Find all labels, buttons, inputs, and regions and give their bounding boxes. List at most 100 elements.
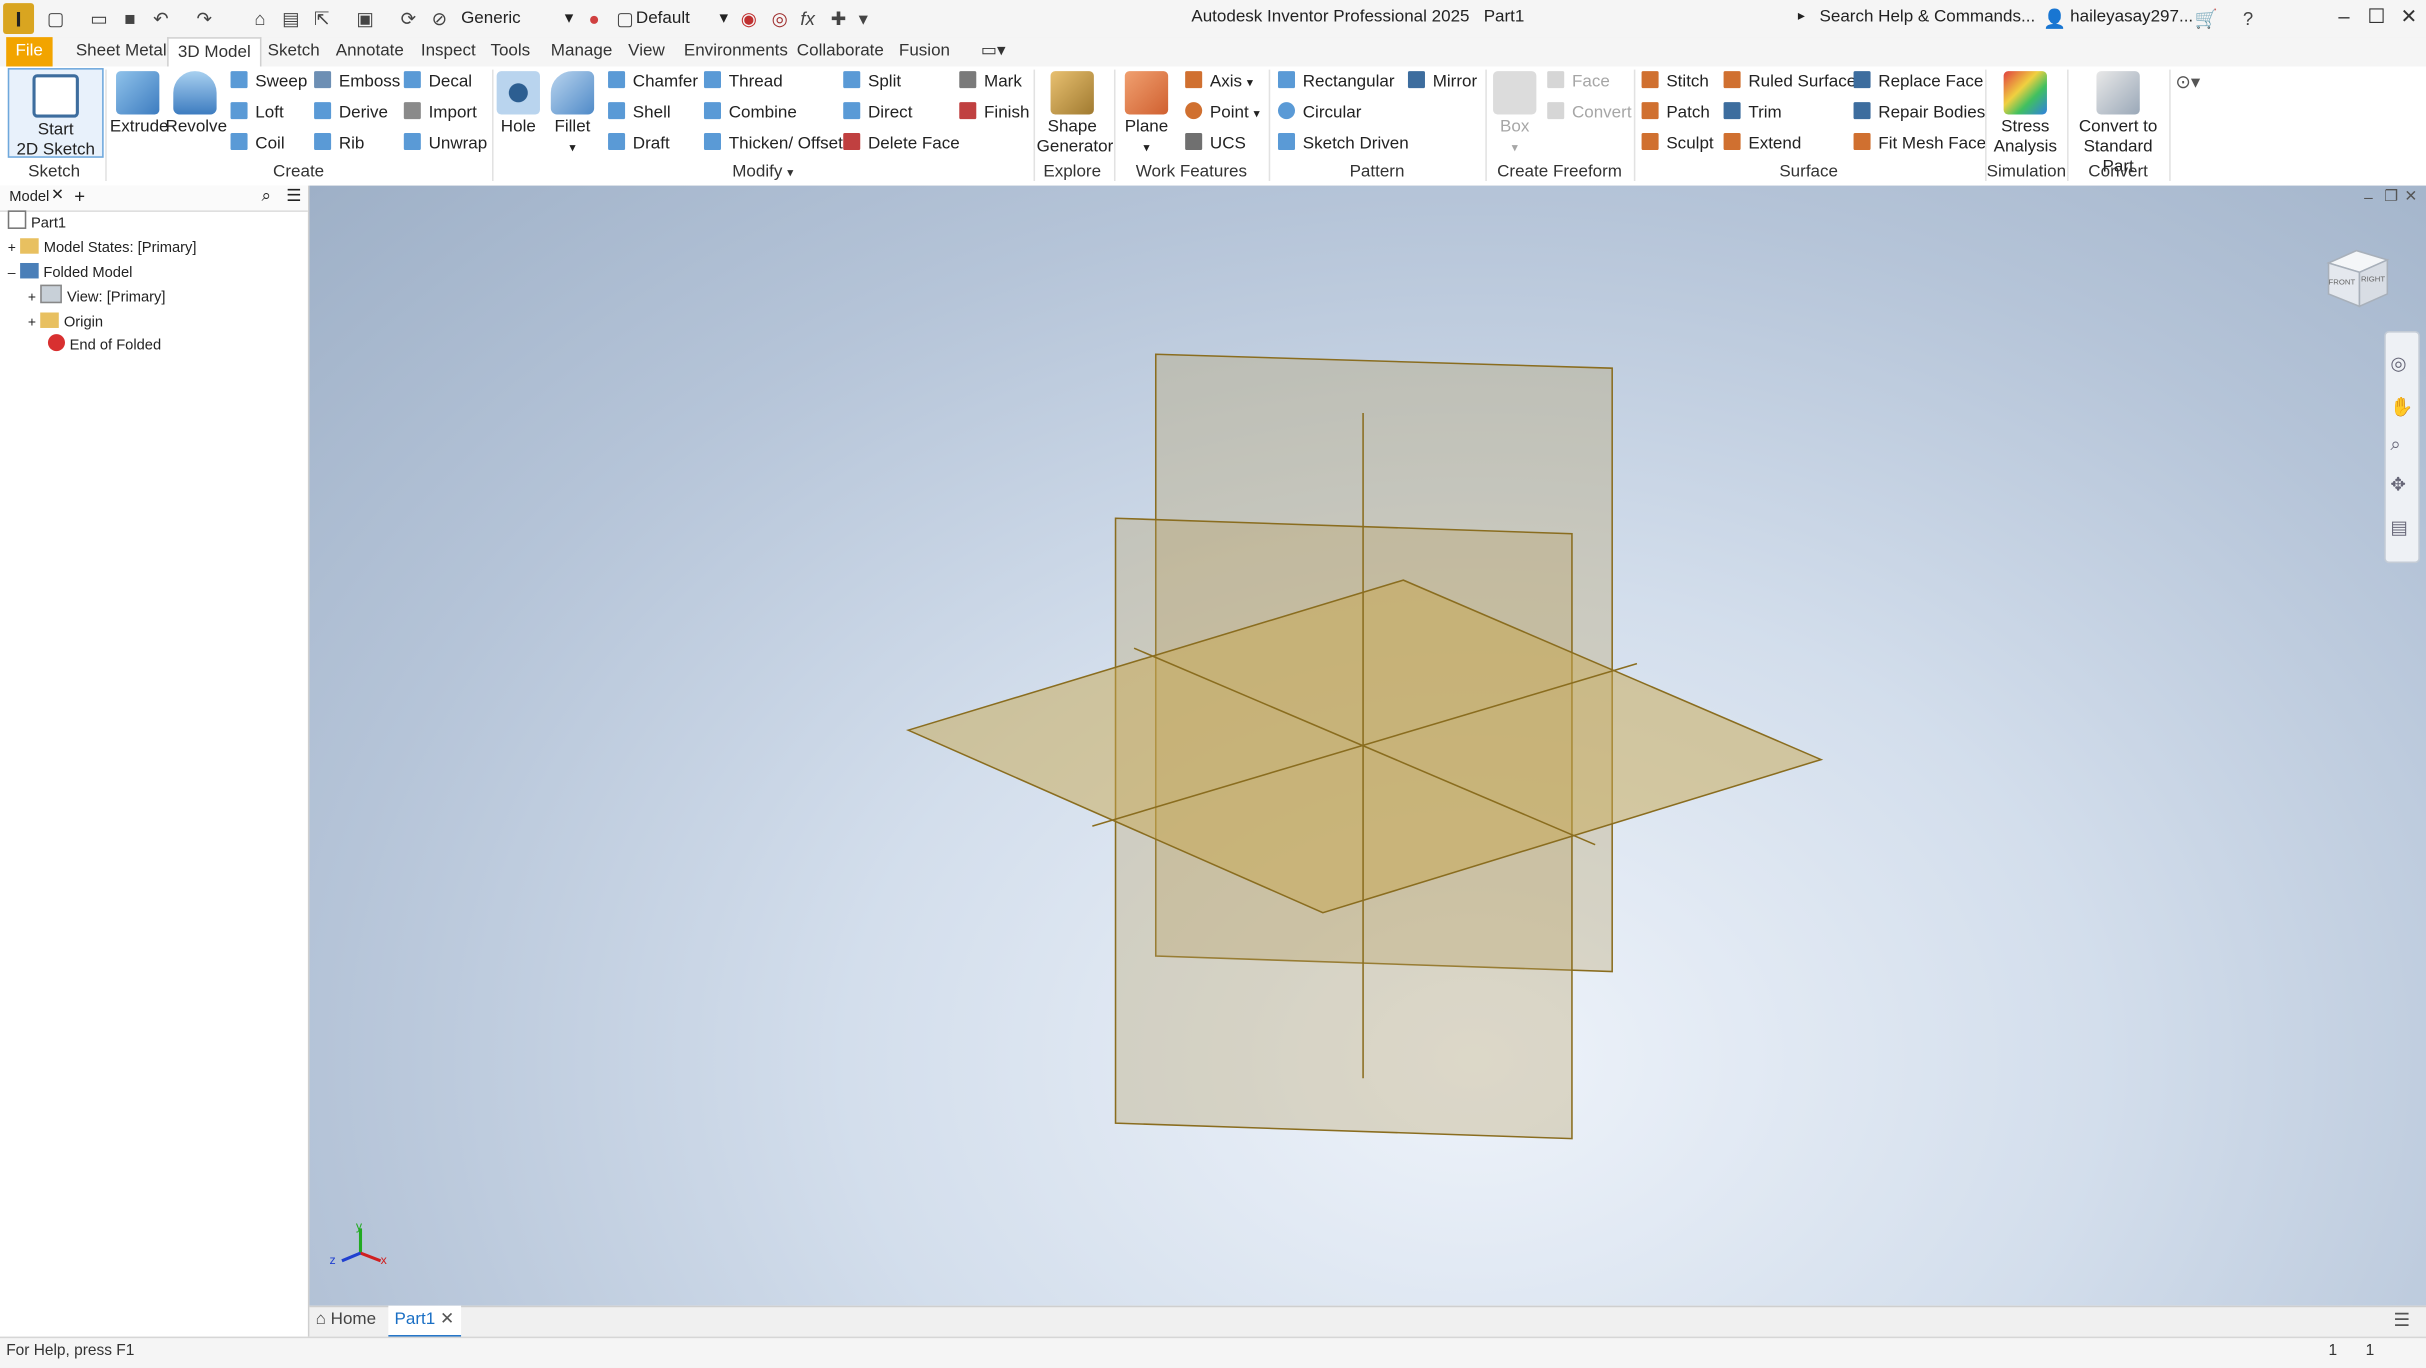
axis-button[interactable]: Axis ▾: [1185, 70, 1253, 95]
viewport-minimize-icon[interactable]: –: [2364, 190, 2373, 207]
appearance-icon[interactable]: ▢: [613, 6, 638, 31]
clear-appearance-icon[interactable]: ◎: [767, 6, 792, 31]
open-file-icon[interactable]: ▭: [87, 6, 112, 31]
rectangular-pattern-button[interactable]: Rectangular: [1277, 70, 1395, 95]
user-icon[interactable]: 👤: [2042, 6, 2067, 31]
fit-mesh-face-button[interactable]: Fit Mesh Face: [1853, 131, 1986, 156]
redo-icon[interactable]: ↷: [192, 6, 217, 31]
import-button[interactable]: Import: [403, 101, 477, 126]
close-icon[interactable]: ✕: [2394, 5, 2425, 30]
coil-button[interactable]: Coil: [230, 131, 285, 156]
modify-panel-label[interactable]: Modify ▾: [495, 162, 1030, 181]
add-icon[interactable]: +: [74, 186, 85, 208]
ribbon-options-icon[interactable]: ⊙▾: [2175, 71, 2200, 93]
tab-inspect[interactable]: Inspect: [412, 37, 485, 66]
ucs-button[interactable]: UCS: [1185, 131, 1246, 156]
print-icon[interactable]: ▣: [353, 6, 378, 31]
tree-item-folded-model[interactable]: – Folded Model: [8, 260, 133, 285]
shape-generator-button[interactable]: Shape Generator: [1037, 71, 1113, 158]
ruled-surface-button[interactable]: Ruled Surface: [1723, 70, 1856, 95]
fillet-button[interactable]: Fillet ▾: [549, 71, 595, 158]
tree-item-origin[interactable]: + Origin: [28, 309, 103, 334]
emboss-button[interactable]: Emboss: [314, 70, 400, 95]
convert-freeform-button[interactable]: Convert: [1547, 101, 1632, 126]
tab-tools[interactable]: Tools: [481, 37, 539, 66]
sculpt-button[interactable]: Sculpt: [1641, 131, 1714, 156]
add-icon[interactable]: ✚: [826, 6, 851, 31]
mark-button[interactable]: Mark: [959, 70, 1022, 95]
tab-sketch[interactable]: Sketch: [258, 37, 329, 66]
viewport-restore-icon[interactable]: ❐: [2384, 189, 2398, 206]
chevron-down-icon[interactable]: ▾: [565, 6, 574, 31]
sketch-driven-pattern-button[interactable]: Sketch Driven: [1277, 131, 1409, 156]
maximize-icon[interactable]: ☐: [2361, 5, 2392, 30]
loft-button[interactable]: Loft: [230, 101, 284, 126]
customize-icon[interactable]: ▾: [851, 6, 876, 31]
tree-item-part1[interactable]: Part1: [7, 210, 66, 235]
tab-manage[interactable]: Manage: [542, 37, 622, 66]
part1-tab[interactable]: Part1 ✕: [388, 1305, 461, 1339]
chamfer-button[interactable]: Chamfer: [608, 70, 698, 95]
properties-icon[interactable]: ▤: [278, 6, 303, 31]
thicken-offset-button[interactable]: Thicken/ Offset: [703, 131, 843, 156]
user-name[interactable]: haileyasay297...: [2070, 8, 2193, 27]
tab-3d-model[interactable]: 3D Model: [167, 37, 262, 67]
view-cube[interactable]: FRONT RIGHT: [2322, 241, 2393, 312]
collapse-icon[interactable]: –: [8, 265, 16, 280]
zoom-icon[interactable]: ⌕: [2390, 433, 2400, 456]
orbit-icon[interactable]: ✥: [2390, 473, 2406, 495]
finish-button[interactable]: Finish: [959, 101, 1029, 126]
circular-pattern-button[interactable]: Circular: [1277, 101, 1361, 126]
chevron-down-icon[interactable]: ▾: [719, 6, 728, 31]
direct-button[interactable]: Direct: [843, 101, 912, 126]
box-button[interactable]: Box ▾: [1490, 71, 1540, 158]
tab-annotate[interactable]: Annotate: [326, 37, 413, 66]
tree-item-model-states[interactable]: + Model States: [Primary]: [8, 235, 196, 260]
stress-analysis-button[interactable]: Stress Analysis: [1991, 71, 2059, 158]
adjust-icon[interactable]: ◉: [736, 6, 761, 31]
tab-fusion[interactable]: Fusion: [890, 37, 960, 66]
face-button[interactable]: Face: [1547, 70, 1610, 95]
close-icon[interactable]: ✕: [51, 187, 64, 204]
extrude-button[interactable]: Extrude: [110, 71, 169, 138]
thread-button[interactable]: Thread: [703, 70, 783, 95]
plane-button[interactable]: Plane ▾: [1122, 71, 1172, 158]
tree-item-view[interactable]: + View: [Primary]: [28, 284, 166, 310]
start-2d-sketch-button[interactable]: Start 2D Sketch: [7, 68, 104, 159]
tree-item-end-of-folded[interactable]: End of Folded: [47, 334, 161, 359]
home-icon[interactable]: ⌂: [248, 6, 273, 31]
doc-tabs-menu-icon[interactable]: ☰: [2394, 1309, 2411, 1331]
decal-button[interactable]: Decal: [403, 70, 472, 95]
undo-icon[interactable]: ↶: [149, 6, 174, 31]
sweep-button[interactable]: Sweep: [230, 70, 307, 95]
patch-button[interactable]: Patch: [1641, 101, 1710, 126]
steering-wheel-icon[interactable]: ◎: [2390, 353, 2406, 375]
combine-button[interactable]: Combine: [703, 101, 797, 126]
appearance-color-icon[interactable]: ●: [582, 6, 607, 31]
tab-environments[interactable]: Environments: [675, 37, 798, 66]
split-button[interactable]: Split: [843, 70, 901, 95]
appearance-dropdown[interactable]: Default: [636, 6, 690, 31]
viewport-close-icon[interactable]: ✕: [2404, 189, 2417, 206]
select-icon[interactable]: ⇱: [309, 6, 334, 31]
tab-collaborate[interactable]: Collaborate: [788, 37, 894, 66]
new-file-icon[interactable]: ▢: [43, 6, 68, 31]
expand-icon[interactable]: +: [28, 314, 36, 329]
app-logo[interactable]: I: [3, 3, 35, 35]
menu-icon[interactable]: ☰: [286, 186, 301, 206]
expand-icon[interactable]: +: [8, 240, 16, 255]
save-icon[interactable]: ■: [118, 6, 143, 31]
minimize-icon[interactable]: –: [2329, 5, 2360, 28]
repair-bodies-button[interactable]: Repair Bodies: [1853, 101, 1985, 126]
tab-file[interactable]: File: [6, 37, 53, 67]
browser-tab-model[interactable]: Model: [9, 189, 49, 206]
tab-sheet-metal[interactable]: Sheet Metal: [67, 37, 176, 66]
unwrap-button[interactable]: Unwrap: [403, 131, 487, 156]
tab-view[interactable]: View: [619, 37, 674, 66]
draft-button[interactable]: Draft: [608, 131, 670, 156]
revolve-button[interactable]: Revolve: [166, 71, 227, 138]
fx-parameters-icon[interactable]: fx: [795, 6, 820, 31]
update-icon[interactable]: ⟳: [396, 6, 421, 31]
expand-icon[interactable]: +: [28, 289, 36, 304]
panel-options-icon[interactable]: ▭▾: [972, 37, 1015, 66]
